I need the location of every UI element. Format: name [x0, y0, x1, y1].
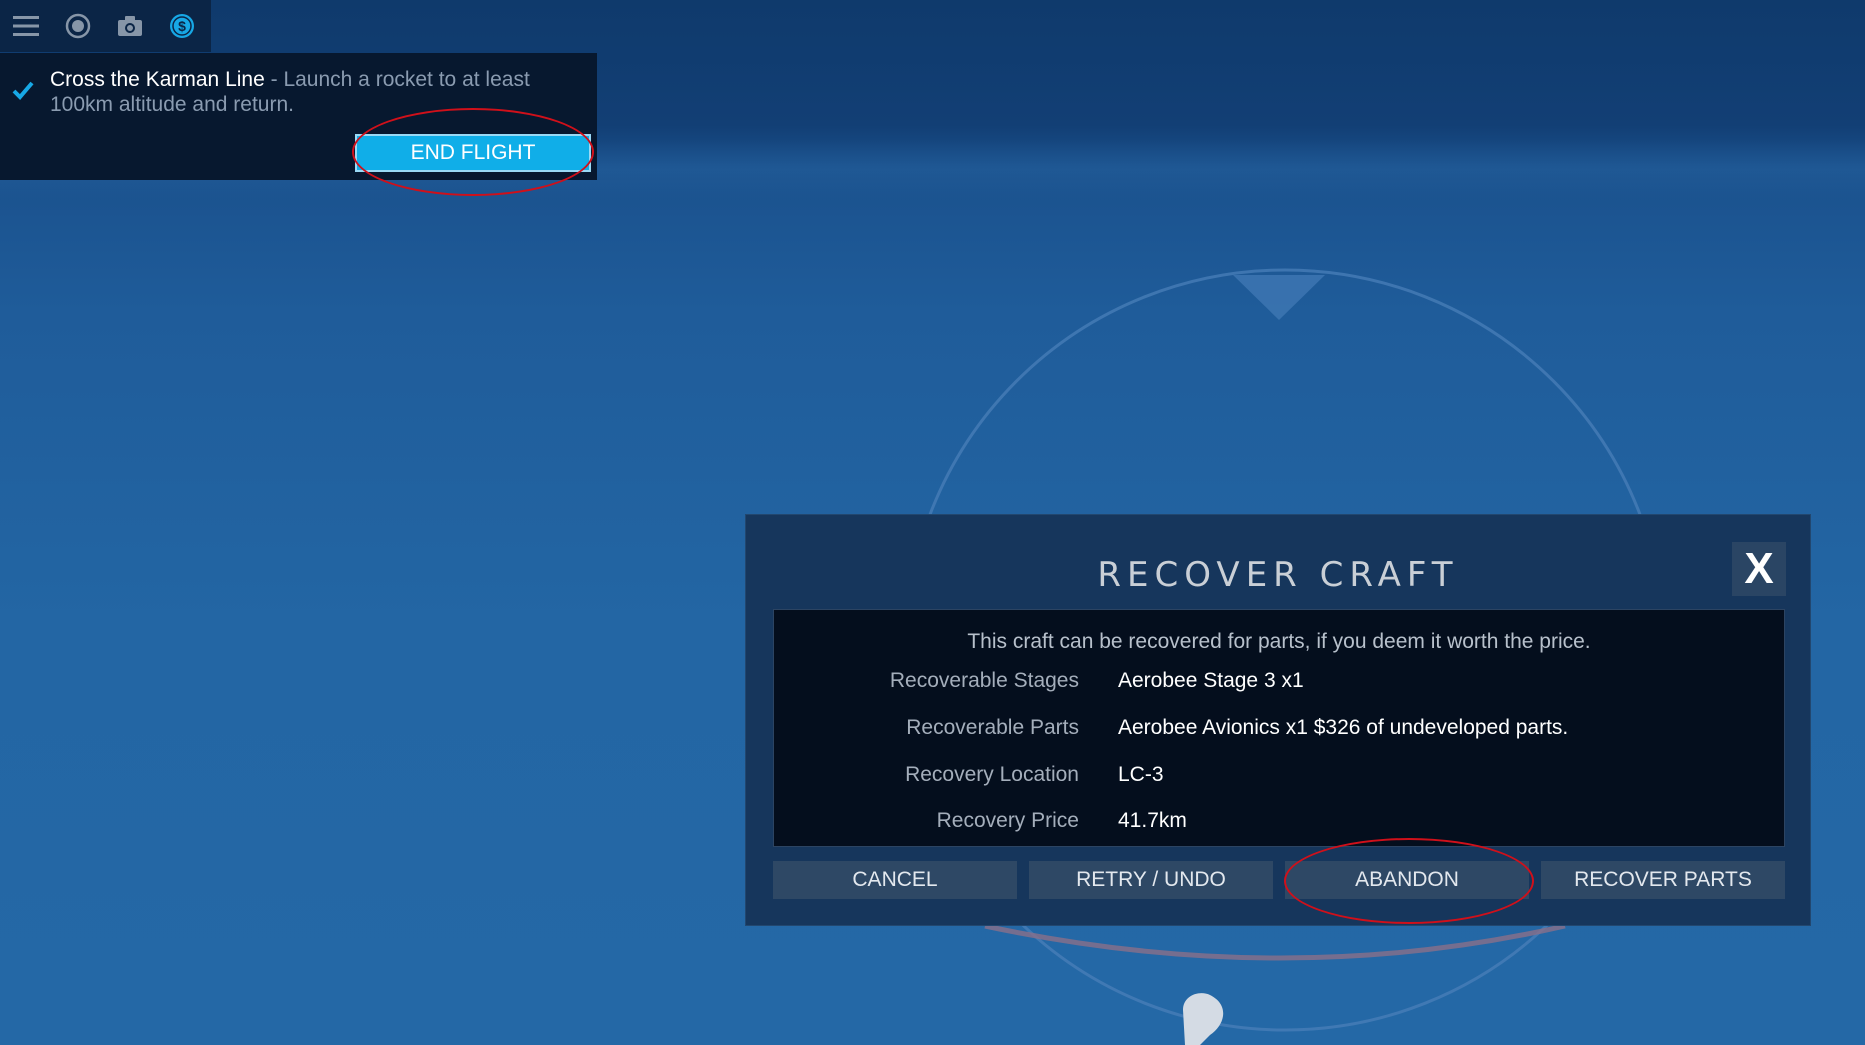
dialog-body: This craft can be recovered for parts, i…	[773, 609, 1785, 847]
top-toolbar: $	[0, 0, 211, 52]
checkmark-icon	[12, 81, 34, 100]
svg-text:$: $	[178, 18, 186, 34]
currency-icon[interactable]: $	[156, 0, 208, 52]
info-value: LC-3	[1118, 763, 1164, 786]
info-row: Recovery Price 41.7km	[774, 809, 1784, 839]
heading-marker-icon	[1233, 275, 1325, 320]
craft-marker-icon	[1183, 993, 1224, 1045]
info-value: Aerobee Stage 3 x1	[1118, 669, 1304, 692]
end-flight-button[interactable]: END FLIGHT	[355, 134, 591, 172]
info-value: 41.7km	[1118, 809, 1187, 832]
abandon-button[interactable]: ABANDON	[1285, 861, 1529, 899]
dialog-intro: This craft can be recovered for parts, i…	[967, 630, 1591, 653]
menu-icon[interactable]	[0, 0, 52, 52]
objective-title: Cross the Karman Line	[50, 68, 265, 91]
info-label: Recovery Location	[905, 763, 1079, 786]
recover-parts-button[interactable]: RECOVER PARTS	[1541, 861, 1785, 899]
retry-undo-button[interactable]: RETRY / UNDO	[1029, 861, 1273, 899]
recover-craft-dialog: RECOVER CRAFT X This craft can be recove…	[745, 514, 1811, 926]
info-value: Aerobee Avionics x1 $326 of undeveloped …	[1118, 716, 1569, 739]
objective-separator: -	[264, 68, 284, 91]
camera-view-icon[interactable]	[52, 0, 104, 52]
info-label: Recovery Price	[936, 809, 1079, 832]
info-label: Recoverable Parts	[906, 716, 1079, 739]
info-row: Recoverable Parts Aerobee Avionics x1 $3…	[774, 716, 1784, 746]
objective-text: Cross the Karman Line - Launch a rocket …	[50, 67, 550, 117]
info-row: Recoverable Stages Aerobee Stage 3 x1	[774, 669, 1784, 699]
camera-icon[interactable]	[104, 0, 156, 52]
dialog-title: RECOVER CRAFT	[1097, 555, 1459, 595]
info-row: Recovery Location LC-3	[774, 763, 1784, 793]
cancel-button[interactable]: CANCEL	[773, 861, 1017, 899]
info-label: Recoverable Stages	[889, 669, 1079, 692]
close-button[interactable]: X	[1732, 542, 1786, 596]
